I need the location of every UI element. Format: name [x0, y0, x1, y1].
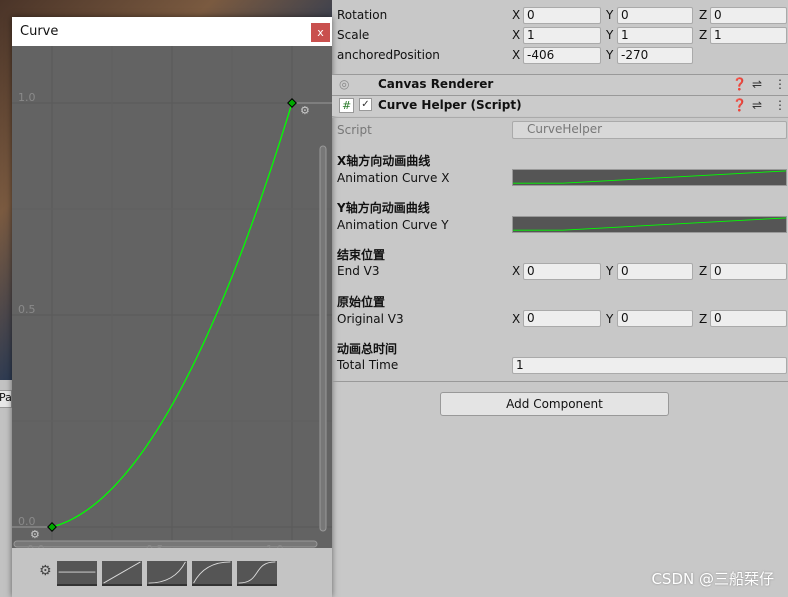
presets-icon[interactable]: ⇌	[752, 98, 762, 112]
inspector: Rotation X0 Y0 Z0 Scale X1 Y1 Z1 anchore…	[332, 0, 788, 597]
preset-constant[interactable]	[57, 561, 97, 586]
preset-ease-in[interactable]	[147, 561, 187, 586]
curve-window: Curve x 1.0 0.5 0.0 0.0 0.5 1.0 ⚙ ⚙ ⚙	[12, 17, 332, 597]
partial-tab[interactable]: Pa	[0, 390, 12, 408]
axis-x: X	[512, 8, 521, 22]
component-title: Canvas Renderer	[378, 77, 494, 91]
axis-x: X	[512, 264, 521, 278]
curve-x-header: X轴方向动画曲线	[337, 154, 431, 168]
curve-x-label: Animation Curve X	[337, 171, 450, 185]
axis-x: X	[512, 28, 521, 42]
curve-presets: ⚙	[12, 548, 332, 597]
key-gear-icon[interactable]: ⚙	[300, 104, 310, 117]
end-y[interactable]: 0	[617, 263, 693, 280]
menu-icon[interactable]: ⋮	[774, 98, 786, 112]
end-z[interactable]: 0	[710, 263, 787, 280]
curve-helper-header[interactable]: # ✓ Curve Helper (Script) ❓ ⇌ ⋮	[332, 95, 788, 116]
rotation-y[interactable]: 0	[617, 7, 693, 24]
help-icon[interactable]: ❓	[732, 77, 747, 91]
script-field[interactable]: CurveHelper	[512, 121, 787, 139]
scale-y[interactable]: 1	[617, 27, 693, 44]
orig-y[interactable]: 0	[617, 310, 693, 327]
y-label-0: 0.0	[18, 515, 36, 528]
axis-z: Z	[699, 264, 708, 278]
anchored-y[interactable]: -270	[617, 47, 693, 64]
axis-x: X	[512, 312, 521, 326]
axis-y: Y	[606, 312, 614, 326]
axis-y: Y	[606, 264, 614, 278]
curve-y-label: Animation Curve Y	[337, 218, 449, 232]
watermark: CSDN @三船栞仔	[651, 570, 774, 588]
scale-label: Scale	[337, 28, 370, 42]
eye-icon: ◎	[339, 77, 350, 91]
axis-y: Y	[606, 8, 614, 22]
curve-y-field[interactable]	[512, 216, 787, 233]
presets-icon[interactable]: ⇌	[752, 77, 762, 91]
key-gear-icon[interactable]: ⚙	[30, 528, 40, 541]
enabled-checkbox[interactable]: ✓	[359, 98, 372, 111]
canvas-renderer-header[interactable]: ◎ Canvas Renderer ❓ ⇌ ⋮	[332, 74, 788, 95]
time-label: Total Time	[337, 358, 399, 372]
title-bar: Curve x	[12, 17, 332, 46]
orig-x[interactable]: 0	[523, 310, 601, 327]
key-end	[287, 98, 297, 108]
scale-x[interactable]: 1	[523, 27, 601, 44]
axis-z: Z	[699, 312, 708, 326]
axis-z: Z	[699, 28, 708, 42]
axis-x: X	[512, 48, 521, 62]
orig-label: Original V3	[337, 312, 404, 326]
close-button[interactable]: x	[311, 23, 330, 42]
preset-linear[interactable]	[102, 561, 142, 586]
curve-x-field[interactable]	[512, 169, 787, 186]
y-label-05: 0.5	[18, 303, 36, 316]
axis-z: Z	[699, 8, 708, 22]
rotation-z[interactable]: 0	[710, 7, 787, 24]
orig-header: 原始位置	[337, 295, 386, 309]
anchored-label: anchoredPosition	[337, 48, 440, 62]
preset-ease-out[interactable]	[192, 561, 232, 586]
key-start	[47, 522, 57, 532]
rotation-label: Rotation	[337, 8, 388, 22]
script-hash-icon: #	[339, 98, 355, 113]
y-label-1: 1.0	[18, 91, 36, 104]
axis-y: Y	[606, 28, 614, 42]
anchored-x[interactable]: -406	[523, 47, 601, 64]
menu-icon[interactable]: ⋮	[774, 77, 786, 91]
end-label: End V3	[337, 264, 380, 278]
end-x[interactable]: 0	[523, 263, 601, 280]
orig-z[interactable]: 0	[710, 310, 787, 327]
scale-z[interactable]: 1	[710, 27, 787, 44]
total-time-field[interactable]: 1	[512, 357, 787, 374]
vertical-scrollbar	[319, 145, 327, 532]
script-label: Script	[337, 123, 372, 137]
add-component-button[interactable]: Add Component	[440, 392, 669, 416]
axis-y: Y	[606, 48, 614, 62]
end-header: 结束位置	[337, 248, 386, 262]
window-title: Curve	[20, 24, 59, 39]
component-title: Curve Helper (Script)	[378, 98, 522, 112]
time-header: 动画总时间	[337, 342, 398, 356]
help-icon[interactable]: ❓	[732, 98, 747, 112]
preset-ease-in-out[interactable]	[237, 561, 277, 586]
curve-graph[interactable]: 1.0 0.5 0.0 0.0 0.5 1.0 ⚙ ⚙	[12, 46, 332, 556]
rotation-x[interactable]: 0	[523, 7, 601, 24]
curve-y-header: Y轴方向动画曲线	[337, 201, 430, 215]
settings-gear-icon[interactable]: ⚙	[39, 563, 52, 579]
